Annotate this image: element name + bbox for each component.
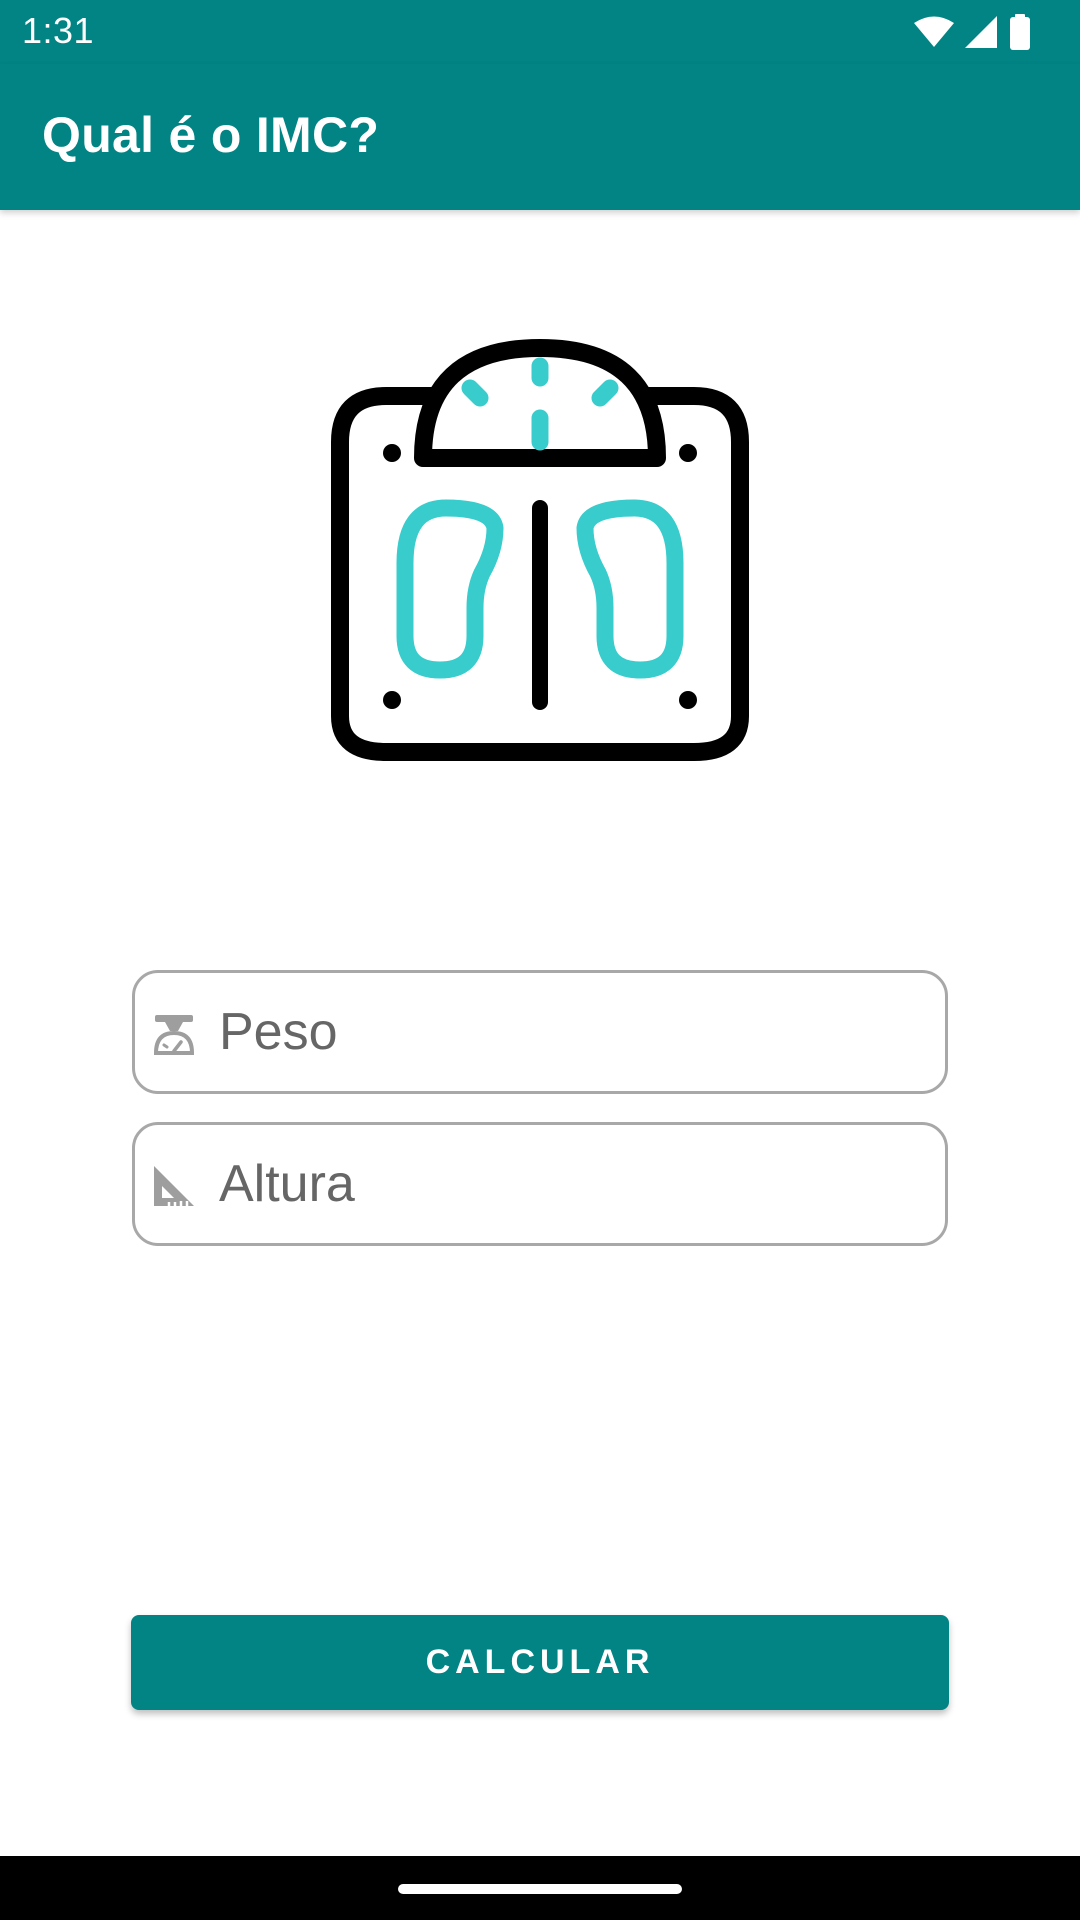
home-gesture-handle[interactable] — [398, 1884, 682, 1894]
app-title: Qual é o IMC? — [42, 107, 380, 163]
status-bar: 1:31 — [0, 0, 1080, 64]
screen: 1:31 Qual é o IMC? Peso Altura CALCULAR — [0, 0, 1080, 1920]
peso-field[interactable] — [132, 970, 948, 1094]
navigation-bar — [0, 1856, 1080, 1920]
peso-input[interactable] — [219, 973, 919, 1091]
calcular-button[interactable]: CALCULAR — [131, 1615, 949, 1710]
altura-input[interactable] — [219, 1125, 919, 1243]
status-time: 1:31 — [22, 10, 95, 51]
status-icons — [914, 12, 1032, 52]
set-square-icon — [154, 1166, 194, 1206]
app-bar: Qual é o IMC? — [0, 64, 1080, 210]
weight-scale-icon — [153, 1015, 195, 1055]
altura-field[interactable] — [132, 1122, 948, 1246]
battery-icon — [1010, 14, 1030, 50]
bathroom-scale-icon — [331, 339, 749, 761]
wifi-icon — [914, 16, 954, 47]
cell-signal-icon — [965, 16, 997, 48]
